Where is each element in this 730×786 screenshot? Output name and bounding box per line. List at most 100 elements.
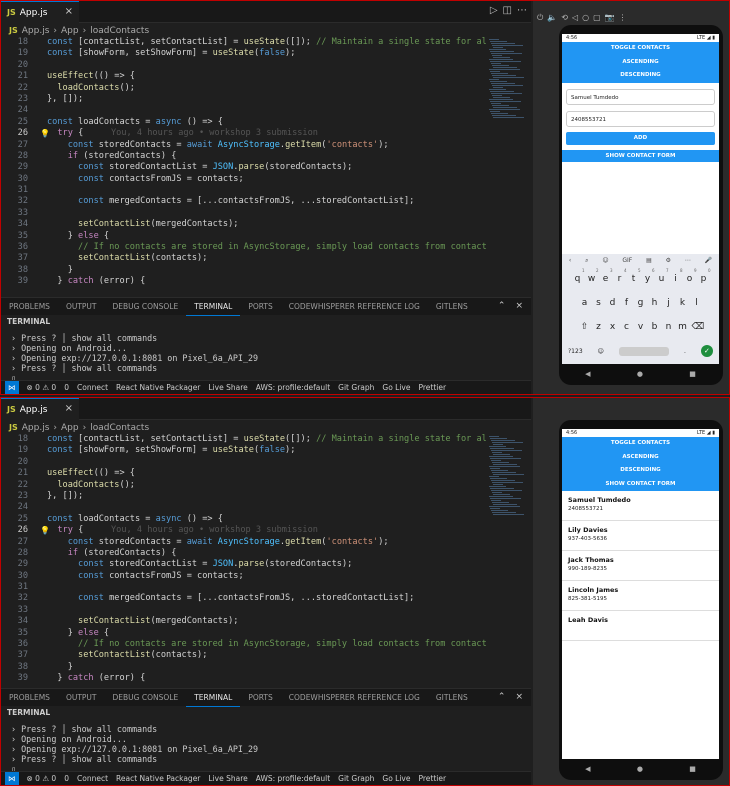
list-item[interactable]: Leah Davis	[562, 611, 719, 641]
connect-button[interactable]: Connect	[77, 383, 108, 392]
connect-button[interactable]: Connect	[77, 774, 108, 783]
code-line[interactable]: 31	[1, 582, 483, 593]
key[interactable]: v	[636, 322, 646, 332]
terminal-output[interactable]: › Press ? │ show all commands › Opening o…	[1, 333, 521, 383]
key[interactable]: l	[692, 298, 702, 308]
key[interactable]: p0	[699, 268, 711, 284]
tab-app-js[interactable]: JS App.js ×	[1, 398, 79, 420]
list-item[interactable]: Lily Davies 937-403-5636	[562, 521, 719, 551]
code-line[interactable]: 22 loadContacts();	[1, 480, 483, 491]
breadcrumb-symbol[interactable]: loadContacts	[90, 26, 149, 36]
symbols-key[interactable]: ?123	[568, 348, 583, 355]
key[interactable]: t5	[629, 268, 641, 284]
code-line[interactable]: 32 const mergedContacts = [...contactsFr…	[1, 593, 483, 604]
packager-button[interactable]: React Native Packager	[116, 383, 200, 392]
overview-icon[interactable]: ■	[689, 370, 696, 378]
code-line[interactable]: 29 const storedContactList = JSON.parse(…	[1, 559, 483, 570]
lightbulb-icon[interactable]: 💡	[40, 128, 50, 139]
code-line[interactable]: 31	[1, 185, 483, 196]
ascending-button[interactable]: ASCENDING	[562, 451, 719, 465]
key[interactable]: o9	[685, 268, 697, 284]
panel-tab[interactable]: PORTS	[240, 298, 280, 316]
contact-list[interactable]: Samuel Tumdedo 2408553721 Lily Davies 937-4…	[562, 491, 719, 641]
more-icon[interactable]: ⋯	[685, 257, 691, 264]
key[interactable]: z	[594, 322, 604, 332]
key[interactable]: i8	[671, 268, 682, 284]
code-line[interactable]: 35 } else {	[1, 628, 483, 639]
key[interactable]: c	[622, 322, 632, 332]
code-line[interactable]: 24	[1, 502, 483, 513]
git-graph-button[interactable]: Git Graph	[338, 383, 374, 392]
overview-icon[interactable]: ■	[689, 765, 696, 773]
panel-tab[interactable]: CODEWHISPERER REFERENCE LOG	[281, 298, 428, 316]
code-area[interactable]: 18 const [contactList, setContactList] = …	[1, 37, 518, 288]
code-line[interactable]: 33	[1, 208, 483, 219]
key[interactable]: h	[650, 298, 660, 308]
split-icon[interactable]: ◫	[503, 5, 512, 16]
list-item[interactable]: Samuel Tumdedo 2408553721	[562, 491, 719, 521]
space-key[interactable]	[618, 346, 669, 356]
key[interactable]: y6	[643, 268, 655, 284]
key[interactable]: x	[608, 322, 618, 332]
code-line[interactable]: 26 try {💡 You, 4 hours ago • workshop 3 s…	[1, 128, 483, 139]
home-icon[interactable]: ●	[637, 765, 643, 773]
code-line[interactable]: 32 const mergedContacts = [...contactsFr…	[1, 196, 483, 207]
code-line[interactable]: 26 try {💡 You, 4 hours ago • workshop 3 s…	[1, 525, 483, 536]
code-line[interactable]: 25 const loadContacts = async () => {	[1, 117, 483, 128]
key[interactable]: e3	[601, 268, 613, 284]
key[interactable]: g	[636, 298, 646, 308]
key[interactable]: q1	[573, 268, 585, 284]
maximize-icon[interactable]: ⌃	[498, 692, 506, 702]
key[interactable]: k	[678, 298, 688, 308]
live-share-button[interactable]: Live Share	[208, 774, 247, 783]
go-live-button[interactable]: Go Live	[382, 383, 410, 392]
run-icon[interactable]: ▷	[490, 5, 498, 16]
panel-tab[interactable]: OUTPUT	[58, 689, 105, 707]
panel-tab[interactable]: DEBUG CONSOLE	[105, 689, 187, 707]
code-line[interactable]: 27 const storedContacts = await AsyncSto…	[1, 140, 483, 151]
enter-key[interactable]: ✓	[700, 345, 713, 357]
key[interactable]: u7	[657, 268, 669, 284]
prettier-button[interactable]: Prettier	[419, 774, 447, 783]
panel-tab[interactable]: PROBLEMS	[1, 689, 58, 707]
key[interactable]: s	[594, 298, 604, 308]
settings-icon[interactable]: ⚙	[666, 257, 671, 264]
close-icon[interactable]: ×	[65, 6, 73, 17]
key[interactable]: a	[580, 298, 590, 308]
back-icon[interactable]: ◀	[585, 370, 590, 378]
code-area[interactable]: 18 const [contactList, setContactList] = …	[1, 434, 518, 685]
git-graph-button[interactable]: Git Graph	[338, 774, 374, 783]
breadcrumb-symbol[interactable]: App	[61, 26, 79, 36]
volume-icon[interactable]: 🔈	[547, 13, 557, 23]
home-icon[interactable]: ○	[582, 13, 589, 23]
code-line[interactable]: 34 setContactList(mergedContacts);	[1, 219, 483, 230]
clipboard-icon[interactable]: ▤	[646, 257, 652, 264]
code-line[interactable]: 30 const contactsFromJS = contacts;	[1, 174, 483, 185]
code-line[interactable]: 20	[1, 60, 483, 71]
add-button[interactable]: ADD	[566, 131, 715, 145]
panel-tab[interactable]: TERMINAL	[186, 689, 241, 707]
code-line[interactable]: 23}, []);	[1, 94, 483, 105]
code-line[interactable]: 37 setContactList(contacts);	[1, 650, 483, 661]
show-contact-form-button[interactable]: SHOW CONTACT FORM	[562, 149, 719, 162]
breadcrumb-file[interactable]: App.js	[22, 423, 50, 433]
code-line[interactable]: 30 const contactsFromJS = contacts;	[1, 571, 483, 582]
toggle-contacts-button[interactable]: TOGGLE CONTACTS	[562, 42, 719, 56]
list-item[interactable]: Jack Thomas 990-189-8235	[562, 551, 719, 581]
list-item[interactable]: Lincoln James 825-381-5195	[562, 581, 719, 611]
panel-tab[interactable]: PROBLEMS	[1, 298, 58, 316]
code-line[interactable]: 23}, []);	[1, 491, 483, 502]
key[interactable]: r4	[615, 268, 627, 284]
back-icon[interactable]: ◀	[585, 765, 590, 773]
code-line[interactable]: 18 const [contactList, setContactList] = …	[1, 434, 518, 445]
prettier-button[interactable]: Prettier	[419, 383, 447, 392]
code-line[interactable]: 36 // If no contacts are stored in Async…	[1, 639, 503, 650]
more-icon[interactable]: ⋯	[517, 5, 527, 16]
camera-icon[interactable]: 📷	[605, 13, 615, 23]
aws-profile[interactable]: AWS: profile:default	[256, 774, 330, 783]
descending-button[interactable]: DESCENDING	[562, 464, 719, 478]
packager-button[interactable]: React Native Packager	[116, 774, 200, 783]
emoji-icon[interactable]: ☺	[602, 257, 608, 264]
key[interactable]: d	[608, 298, 618, 308]
close-icon[interactable]: ×	[515, 692, 523, 702]
